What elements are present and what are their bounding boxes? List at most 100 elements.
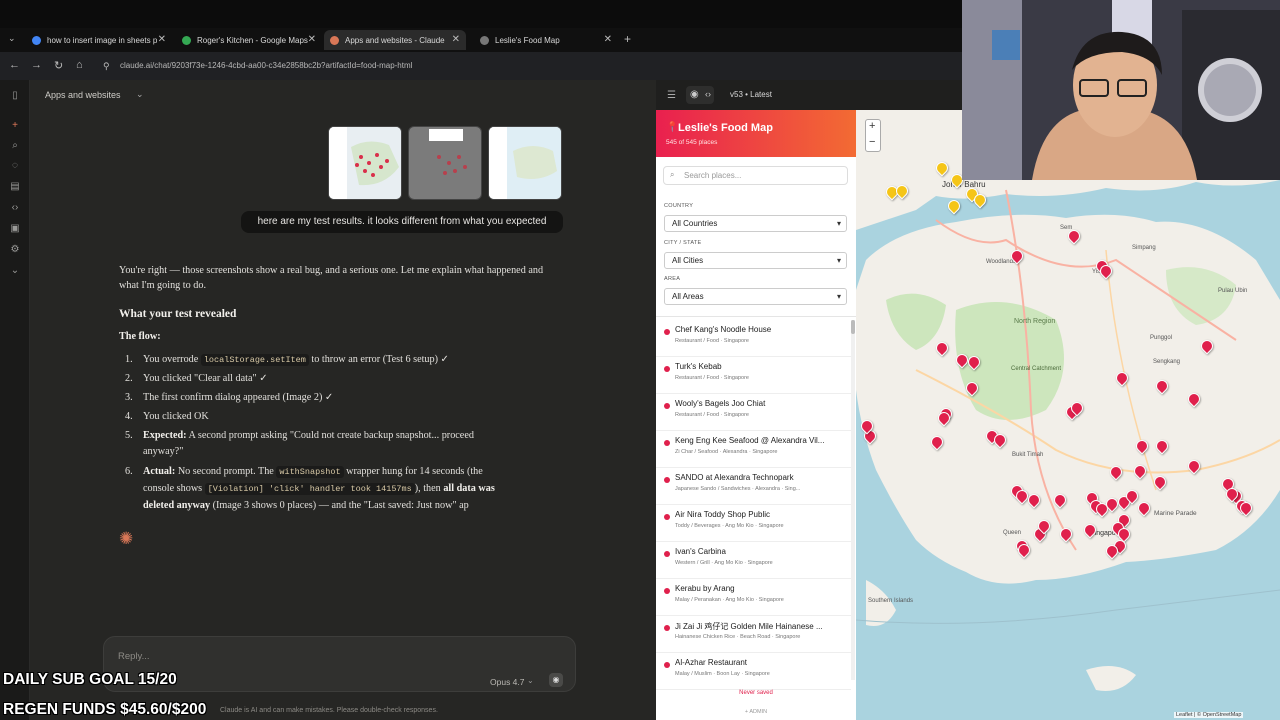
url-text[interactable]: claude.ai/chat/9203f73e-1246-4cbd-aa00-c… <box>120 61 412 70</box>
place-marker-icon <box>664 551 670 557</box>
food-map-sidebar: 📍 Leslie's Food Map 545 of 545 places ⌕ … <box>656 110 856 720</box>
place-marker-icon <box>664 625 670 631</box>
list-icon[interactable]: ☰ <box>667 90 676 101</box>
close-tab-icon[interactable]: ✕ <box>452 34 460 45</box>
tab-list-icon[interactable]: ⌄ <box>8 33 16 44</box>
flow-label: The flow: <box>119 331 161 342</box>
place-item[interactable]: Keng Eng Kee Seafood @ Alexandra Vil... Z… <box>656 431 851 468</box>
tab-title: Apps and websites - Claude <box>345 35 445 45</box>
tab-claude[interactable]: Apps and websites - Claude ✕ <box>324 30 466 50</box>
screenshot-thumbnail-1[interactable] <box>328 126 402 200</box>
section-heading: What your test revealed <box>119 308 237 320</box>
google-favicon-icon <box>32 35 41 45</box>
map-label-marine-parade: Marine Parade <box>1154 510 1197 517</box>
close-tab-icon[interactable]: ✕ <box>604 34 612 45</box>
food-map-header: 📍 Leslie's Food Map 545 of 545 places <box>656 110 856 157</box>
zoom-control: + − <box>865 119 881 152</box>
new-chat-icon[interactable]: + <box>9 120 21 132</box>
chevron-down-icon[interactable]: ⌄ <box>527 676 534 685</box>
pin-icon: 📍 <box>666 122 679 133</box>
map-attribution[interactable]: Leaflet | © OpenStreetMap <box>1174 712 1244 718</box>
maps-favicon-icon <box>182 35 191 45</box>
map-label-simpang: Simpang <box>1132 245 1156 251</box>
place-item[interactable]: Wooly's Bagels Joo Chiat Restaurant / Foo… <box>656 394 851 431</box>
webcam-overlay <box>962 0 1280 180</box>
food-map[interactable]: + − Johor Bahru North Region Woodlands Y… <box>856 110 1280 720</box>
chats-icon[interactable]: ◌ <box>9 160 21 172</box>
search-icon: ⌕ <box>670 170 675 179</box>
code-view-icon[interactable]: ‹› <box>705 89 711 99</box>
zoom-in-button[interactable]: + <box>869 120 875 132</box>
map-label-north-region: North Region <box>1014 318 1056 325</box>
voice-icon[interactable]: ◉ <box>549 673 563 687</box>
sidebar-toggle-icon[interactable]: ▯ <box>9 90 21 102</box>
place-marker-icon <box>664 588 670 594</box>
city-select[interactable]: All Cities ▾ <box>664 252 847 269</box>
divider <box>656 316 856 317</box>
new-tab-icon[interactable]: + <box>624 32 631 46</box>
screenshot-thumbnail-3[interactable] <box>488 126 562 200</box>
globe-favicon-icon <box>480 35 489 45</box>
close-tab-icon[interactable]: ✕ <box>158 34 166 45</box>
zoom-out-button[interactable]: − <box>869 136 875 148</box>
user-message: here are my test results. it looks diffe… <box>241 211 563 233</box>
place-item[interactable]: Ivan's Carbina Western / Grill · Ang Mo K… <box>656 542 851 579</box>
chevron-down-icon: ▾ <box>836 219 841 228</box>
place-item[interactable]: Kerabu by Arang Malay / Peranakan · Ang M… <box>656 579 851 616</box>
place-item[interactable]: Air Nira Toddy Shop Public Toddy / Bevera… <box>656 505 851 542</box>
flow-step-6-line3: deleted anyway (Image 3 shows 0 places) … <box>143 500 469 511</box>
country-select[interactable]: All Countries ▾ <box>664 215 847 232</box>
tab-sheets[interactable]: how to insert image in sheets p ✕ <box>26 30 166 50</box>
flow-step-5: 5. Expected: A second prompt asking "Coul… <box>125 430 474 441</box>
chevron-down-icon[interactable]: ⌄ <box>136 89 144 100</box>
more-chevron-icon[interactable]: ⌄ <box>9 265 21 277</box>
tab-food-map[interactable]: Leslie's Food Map ✕ <box>474 30 612 50</box>
inline-code: withSnapshot <box>276 466 344 478</box>
place-item[interactable]: Ji Zai Ji 鸡仔记 Golden Mile Hainanese ... H… <box>656 616 851 653</box>
place-item[interactable]: Al-Azhar Restaurant Malay / Muslim · Boon… <box>656 653 851 690</box>
reload-icon[interactable]: ↻ <box>54 59 63 72</box>
back-arrow-icon[interactable]: ← <box>9 59 20 71</box>
artifacts-icon[interactable]: ▣ <box>9 223 21 235</box>
search-input[interactable]: Search places... <box>684 171 741 180</box>
sub-goal-overlay: DAILY SUB GOAL 15/20 <box>3 671 177 688</box>
save-status: Never saved <box>739 690 773 696</box>
place-marker-icon <box>664 403 670 409</box>
search-box[interactable]: ⌕ Search places... <box>663 166 848 185</box>
chevron-down-icon: ▾ <box>836 292 841 301</box>
projects-icon[interactable]: ▤ <box>9 181 21 193</box>
home-icon[interactable]: ⌂ <box>76 59 83 71</box>
map-label-bukit-timah: Bukit Timah <box>1012 452 1044 458</box>
tab-google-maps[interactable]: Roger's Kitchen - Google Maps ✕ <box>176 30 316 50</box>
map-label-pulau-ubin: Pulau Ubin <box>1218 288 1248 294</box>
area-select[interactable]: All Areas ▾ <box>664 288 847 305</box>
preview-eye-icon[interactable]: ◉ <box>690 89 699 100</box>
project-title[interactable]: Apps and websites <box>45 90 121 100</box>
place-item[interactable]: Chef Kang's Noodle House Restaurant / Foo… <box>656 320 851 357</box>
code-icon[interactable]: ‹› <box>9 202 21 214</box>
chevron-down-icon: ▾ <box>836 256 841 265</box>
claude-spinner-icon: ✺ <box>119 529 134 548</box>
tab-title: Roger's Kitchen - Google Maps <box>197 35 308 45</box>
area-label: AREA <box>664 276 681 282</box>
site-info-icon[interactable]: ⚲ <box>103 61 110 72</box>
screenshot-thumbnail-2[interactable] <box>408 126 482 200</box>
search-icon[interactable]: ⌕ <box>9 140 21 152</box>
app-title: Leslie's Food Map <box>678 122 773 134</box>
model-selector[interactable]: Opus 4.7 <box>490 677 525 687</box>
reply-input[interactable]: Reply... <box>118 651 150 662</box>
assistant-intro: You're right — those screenshots show a … <box>119 265 544 291</box>
chat-panel: Apps and websites ⌄ here are my test res… <box>30 80 656 720</box>
close-tab-icon[interactable]: ✕ <box>308 34 316 45</box>
list-scrollbar[interactable] <box>851 320 855 680</box>
admin-link[interactable]: + ADMIN <box>656 709 856 715</box>
map-label-sengkang: Sengkang <box>1153 359 1181 365</box>
place-item[interactable]: SANDO at Alexandra Technopark Japanese Sa… <box>656 468 851 505</box>
country-label: COUNTRY <box>664 203 694 209</box>
settings-icon[interactable]: ⚙ <box>9 244 21 256</box>
forward-arrow-icon[interactable]: → <box>31 59 42 71</box>
flow-step-1: 1. You overrode localStorage.setItem to t… <box>125 354 450 366</box>
version-label[interactable]: v53 • Latest <box>730 90 772 99</box>
place-marker-icon <box>664 366 670 372</box>
place-item[interactable]: Turk's Kebab Restaurant / Food · Singapor… <box>656 357 851 394</box>
